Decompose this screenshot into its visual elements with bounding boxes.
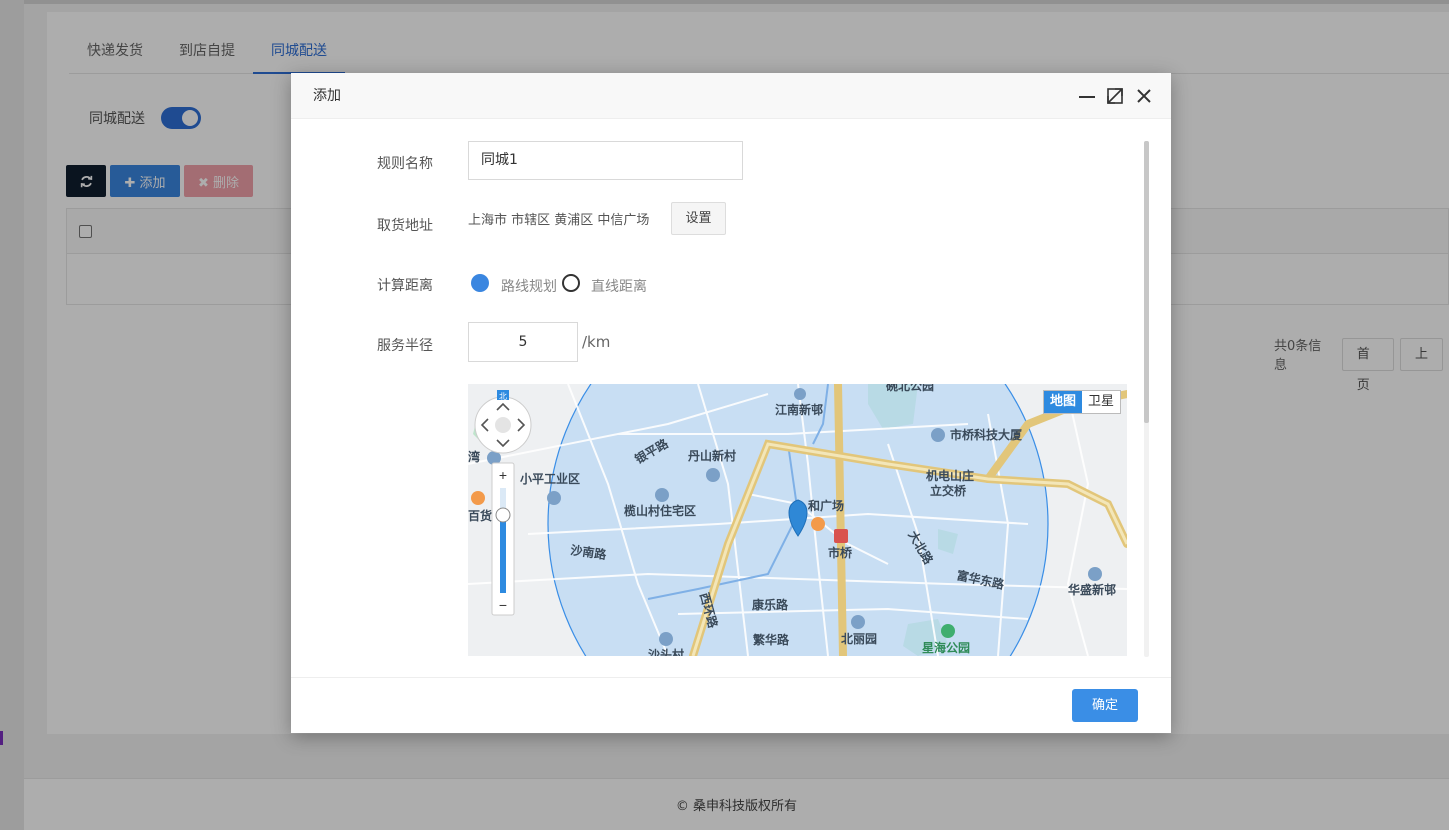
map-nav-control: 北 + − — [474, 390, 532, 616]
svg-text:市桥: 市桥 — [828, 545, 853, 560]
distance-method-label: 计算距离 — [377, 278, 433, 294]
map-type-satellite-button[interactable]: 卫星 — [1082, 391, 1120, 413]
map-type-switch: 地图 卫星 — [1042, 390, 1121, 414]
map-type-map-button[interactable]: 地图 — [1043, 391, 1082, 413]
confirm-button[interactable]: 确定 — [1072, 689, 1138, 722]
radio-straight-line[interactable] — [562, 274, 580, 292]
svg-text:北丽园: 北丽园 — [841, 631, 877, 646]
zoom-in-icon[interactable]: + — [499, 467, 507, 483]
radio-route-planning[interactable] — [471, 274, 489, 292]
service-radius-input[interactable]: 5 — [468, 322, 578, 362]
svg-text:市桥科技大厦: 市桥科技大厦 — [950, 427, 1023, 442]
svg-text:华盛新邨: 华盛新邨 — [1068, 582, 1116, 597]
dialog-footer: 确定 — [291, 678, 1171, 733]
dialog-scrollbar[interactable] — [1144, 141, 1149, 657]
svg-text:沙头村: 沙头村 — [648, 647, 684, 656]
svg-text:立交桥: 立交桥 — [930, 483, 967, 498]
radio-route-planning-label: 路线规划 — [501, 279, 557, 295]
radio-straight-line-label: 直线距离 — [591, 279, 647, 295]
compass-north-label: 北 — [499, 392, 507, 401]
dialog-body: 规则名称 同城1 取货地址 上海市 市辖区 黄浦区 中信广场 设置 计算距离 路… — [291, 119, 1171, 678]
svg-text:和广场: 和广场 — [807, 498, 844, 513]
zoom-out-icon[interactable]: − — [499, 597, 507, 613]
rule-name-label: 规则名称 — [377, 156, 433, 172]
svg-text:榄山村住宅区: 榄山村住宅区 — [624, 503, 696, 518]
service-area-map[interactable]: 碗北公园 江南新邨 市桥科技大厦 银平路 丹山新村 湾 小平工业区 机电山庄 立… — [468, 384, 1127, 656]
dialog-scrollbar-thumb[interactable] — [1144, 141, 1149, 423]
svg-text:丹山新村: 丹山新村 — [688, 448, 736, 463]
set-address-button[interactable]: 设置 — [671, 202, 726, 235]
map-canvas: 碗北公园 江南新邨 市桥科技大厦 银平路 丹山新村 湾 小平工业区 机电山庄 立… — [468, 384, 1127, 656]
dialog-header: 添加 — [291, 73, 1171, 119]
maximize-icon[interactable] — [1105, 86, 1125, 106]
svg-text:星海公园: 星海公园 — [922, 640, 970, 655]
svg-text:碗北公园: 碗北公园 — [886, 384, 934, 393]
pickup-address-value: 上海市 市辖区 黄浦区 中信广场 — [468, 213, 650, 228]
svg-text:江南新邨: 江南新邨 — [775, 402, 823, 417]
dialog-title: 添加 — [313, 88, 341, 104]
svg-text:繁华路: 繁华路 — [753, 632, 790, 647]
close-icon[interactable] — [1134, 86, 1154, 106]
radius-unit: /km — [582, 333, 611, 351]
service-radius-label: 服务半径 — [377, 338, 433, 354]
zoom-slider-handle[interactable] — [495, 507, 511, 523]
svg-text:机电山庄: 机电山庄 — [926, 468, 974, 483]
rule-name-input[interactable]: 同城1 — [468, 141, 743, 180]
pickup-address-label: 取货地址 — [377, 218, 433, 234]
svg-text:康乐路: 康乐路 — [752, 597, 789, 612]
add-rule-dialog: 添加 规则名称 同城1 取货地址 上海市 市辖区 黄浦区 中信广场 设置 计算距… — [291, 73, 1171, 733]
minimize-icon[interactable] — [1077, 86, 1097, 106]
